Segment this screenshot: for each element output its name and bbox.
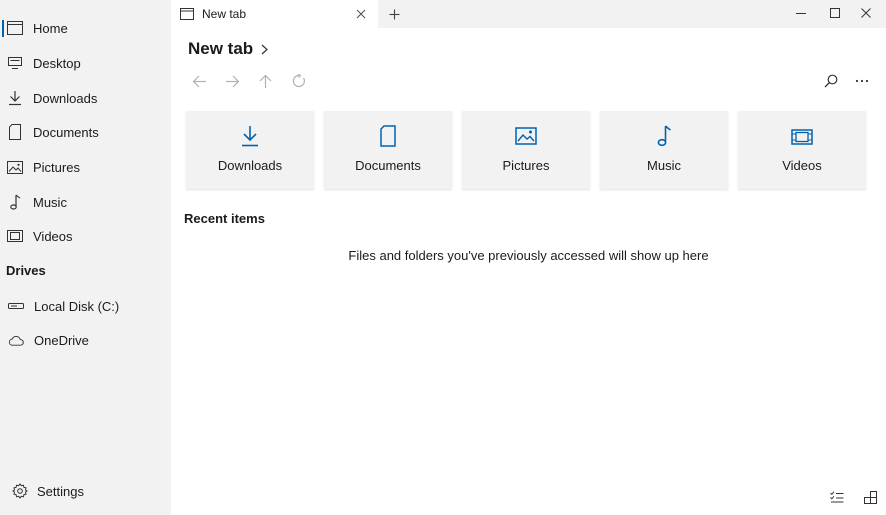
card-label: Pictures [502,158,550,173]
sidebar-item-onedrive[interactable]: OneDrive [0,323,171,357]
card-label: Downloads [217,158,283,173]
video-icon [738,129,866,145]
sidebar-item-documents[interactable]: Documents [0,115,171,149]
up-arrow-icon[interactable] [256,72,274,90]
music-icon [7,194,23,210]
download-icon [7,90,23,106]
chevron-right-icon [261,44,269,55]
download-icon [186,125,314,147]
sidebar-item-videos[interactable]: Videos [0,219,171,253]
tab-strip: New tab [171,0,886,28]
settings-label: Settings [37,483,84,499]
tab-label: New tab [202,7,247,21]
forward-arrow-icon[interactable] [223,72,241,90]
quick-access-pictures[interactable]: Pictures [462,111,590,189]
sidebar-item-label: Music [33,194,67,210]
gear-icon [12,483,28,499]
preview-pane-icon[interactable] [861,488,879,506]
card-label: Documents [355,158,421,173]
sidebar-item-local-disk[interactable]: Local Disk (C:) [0,289,171,323]
sidebar-item-home[interactable]: Home [0,11,171,45]
search-icon[interactable] [822,72,840,90]
close-window-icon[interactable] [857,5,875,21]
recent-items-empty-message: Files and folders you've previously acce… [348,248,709,263]
drive-icon [8,298,24,314]
back-arrow-icon[interactable] [190,72,208,90]
card-label: Music [647,158,681,173]
sidebar-item-desktop[interactable]: Desktop [0,46,171,80]
sidebar-item-music[interactable]: Music [0,185,171,219]
refresh-icon[interactable] [290,72,308,90]
drives-header: Drives [6,263,46,278]
sidebar-item-downloads[interactable]: Downloads [0,81,171,115]
quick-access-documents[interactable]: Documents [324,111,452,189]
sidebar-item-label: Videos [33,228,73,244]
add-tab-icon[interactable] [386,6,402,22]
sidebar-item-label: Local Disk (C:) [34,298,120,314]
main-content: New tab Downloads Documents Pictures Mus… [171,28,886,515]
sidebar-item-label: Pictures [33,159,80,175]
recent-items-title: Recent items [184,211,265,226]
music-icon [600,125,728,147]
sidebar-item-label: Desktop [33,55,81,71]
cloud-icon [8,332,24,348]
video-icon [7,228,23,244]
desktop-icon [7,55,23,71]
sidebar-item-label: OneDrive [34,332,89,348]
sidebar-item-label: Home [33,20,68,36]
settings-button[interactable]: Settings [0,474,171,508]
document-icon [324,125,452,147]
more-options-icon[interactable] [853,72,871,90]
selection-mode-icon[interactable] [828,488,846,506]
sidebar-item-pictures[interactable]: Pictures [0,150,171,184]
sidebar: Home Desktop Downloads Documents Picture… [0,0,171,515]
quick-access-videos[interactable]: Videos [738,111,866,189]
breadcrumb-current: New tab [188,39,254,58]
tab-home-icon [180,8,194,20]
home-icon [7,20,23,36]
breadcrumb[interactable]: New tab [188,39,269,59]
close-tab-icon[interactable] [353,6,369,22]
tab-new-tab[interactable]: New tab [171,0,378,28]
picture-icon [462,127,590,145]
sidebar-item-label: Documents [33,124,99,140]
minimize-icon[interactable] [792,5,810,21]
sidebar-item-label: Downloads [33,90,98,106]
quick-access-downloads[interactable]: Downloads [186,111,314,189]
quick-access-music[interactable]: Music [600,111,728,189]
maximize-icon[interactable] [826,5,844,21]
card-label: Videos [782,158,822,173]
picture-icon [7,159,23,175]
document-icon [7,124,23,140]
